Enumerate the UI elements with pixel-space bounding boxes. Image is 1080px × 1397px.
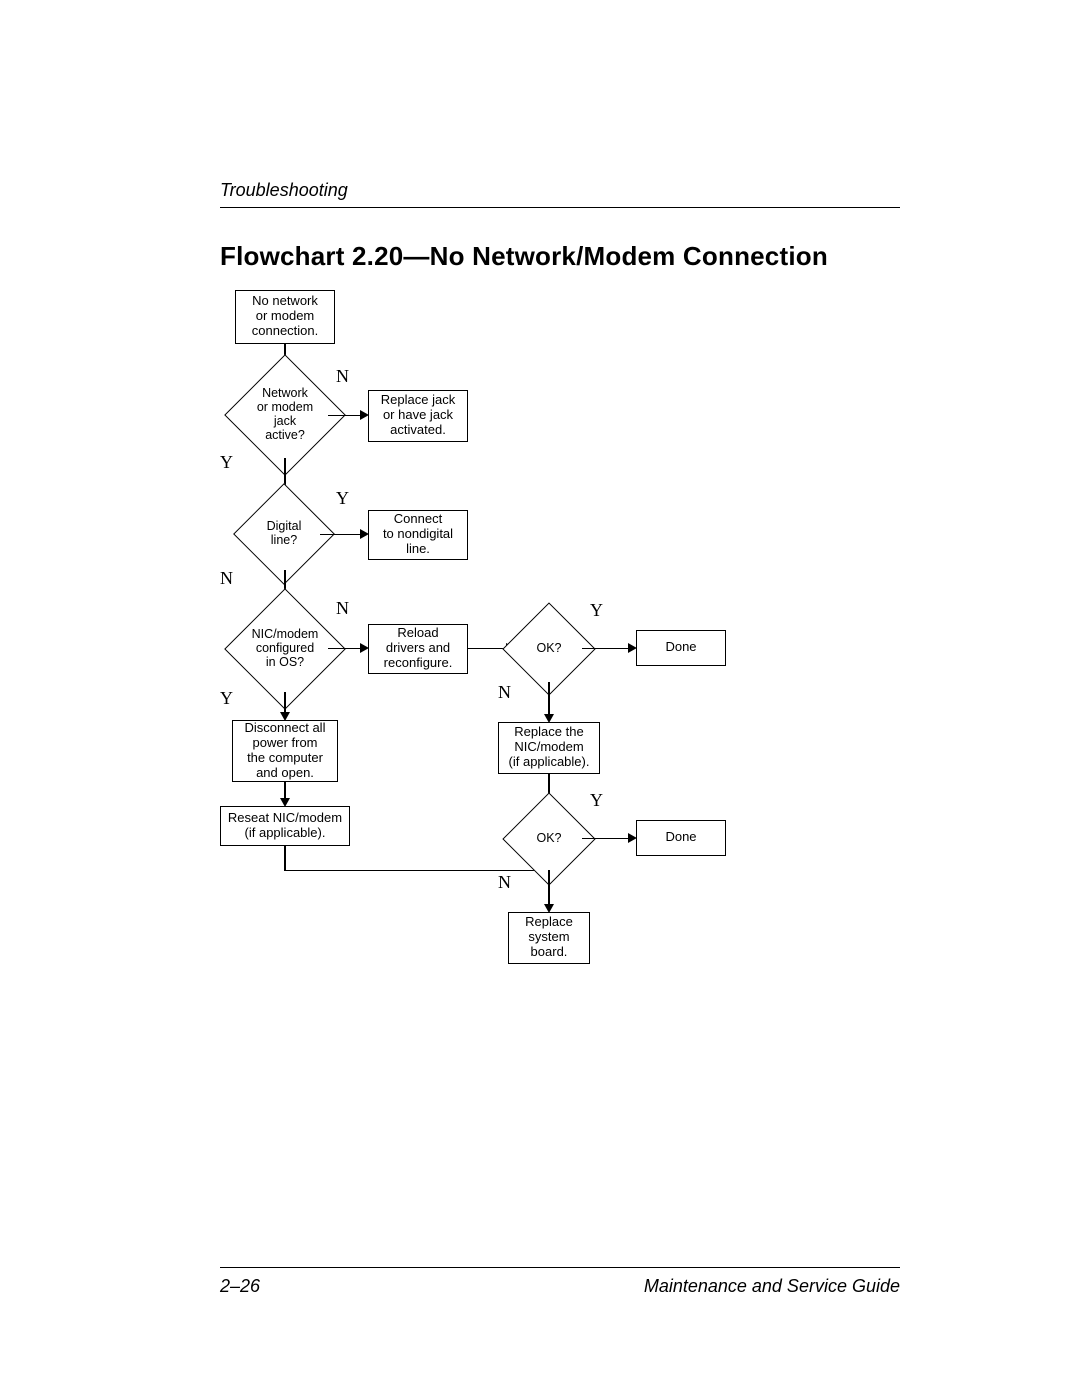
node-reload-drivers: Reloaddrivers andreconfigure. [368, 624, 468, 674]
decision-ok-2: OK? [516, 806, 582, 872]
label-n: N [498, 682, 511, 703]
label-n: N [498, 872, 511, 893]
node-replace-nic: Replace theNIC/modem(if applicable). [498, 722, 600, 774]
label-n: N [220, 568, 233, 589]
decision-nic-configured: NIC/modemconfiguredin OS? [242, 606, 328, 692]
decision-digital-line: Digitalline? [248, 498, 320, 570]
label-n: N [336, 366, 349, 387]
document-page: Troubleshooting Flowchart 2.20—No Networ… [0, 0, 1080, 1397]
guide-title: Maintenance and Service Guide [644, 1276, 900, 1297]
label-y: Y [336, 488, 349, 509]
decision-ok-1: OK? [516, 616, 582, 682]
flowchart-title: Flowchart 2.20—No Network/Modem Connecti… [220, 242, 900, 272]
connector [284, 692, 286, 714]
decision-text: Networkor modem jackactive? [242, 372, 328, 458]
decision-text: NIC/modemconfiguredin OS? [242, 606, 328, 692]
node-disconnect-power: Disconnect allpower fromthe computerand … [232, 720, 338, 782]
connector [582, 648, 632, 650]
label-y: Y [590, 600, 603, 621]
label-y: Y [220, 452, 233, 473]
page-footer: 2–26 Maintenance and Service Guide [220, 1267, 900, 1297]
page-number: 2–26 [220, 1276, 260, 1297]
node-reseat-nic: Reseat NIC/modem(if applicable). [220, 806, 350, 846]
node-replace-system-board: Replacesystemboard. [508, 912, 590, 964]
connector [328, 648, 364, 650]
section-header: Troubleshooting [220, 180, 900, 208]
label-n: N [336, 598, 349, 619]
connector [320, 534, 364, 536]
connector [582, 838, 632, 840]
decision-text: OK? [516, 616, 582, 682]
node-connect-nondigital: Connectto nondigitalline. [368, 510, 468, 560]
decision-jack-active: Networkor modem jackactive? [242, 372, 328, 458]
flowchart: No networkor modemconnection. Networkor … [220, 290, 900, 1060]
connector [284, 846, 286, 870]
label-y: Y [590, 790, 603, 811]
label-y: Y [220, 688, 233, 709]
node-done-2: Done [636, 820, 726, 856]
connector [548, 870, 550, 906]
node-replace-jack: Replace jackor have jackactivated. [368, 390, 468, 442]
connector [328, 415, 364, 417]
node-start: No networkor modemconnection. [235, 290, 335, 344]
connector [548, 682, 550, 716]
decision-text: Digitalline? [248, 498, 320, 570]
node-done-1: Done [636, 630, 726, 666]
decision-text: OK? [516, 806, 582, 872]
